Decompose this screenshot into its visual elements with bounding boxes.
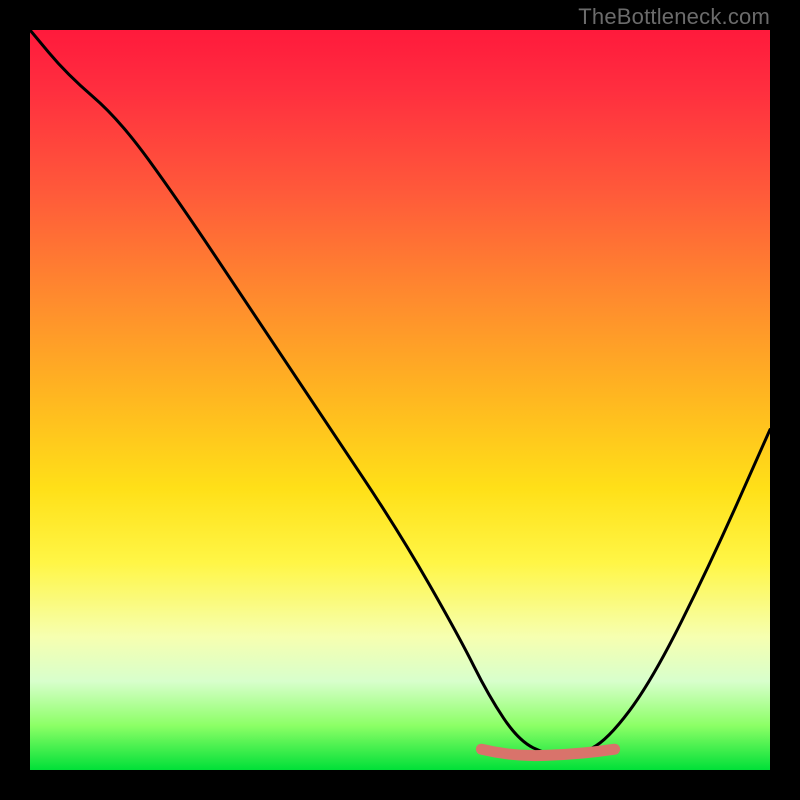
basin-highlight-segment xyxy=(481,749,614,755)
chart-svg xyxy=(30,30,770,770)
bottleneck-curve xyxy=(30,30,770,755)
watermark-text: TheBottleneck.com xyxy=(578,4,770,30)
plot-area xyxy=(30,30,770,770)
chart-frame: TheBottleneck.com xyxy=(0,0,800,800)
